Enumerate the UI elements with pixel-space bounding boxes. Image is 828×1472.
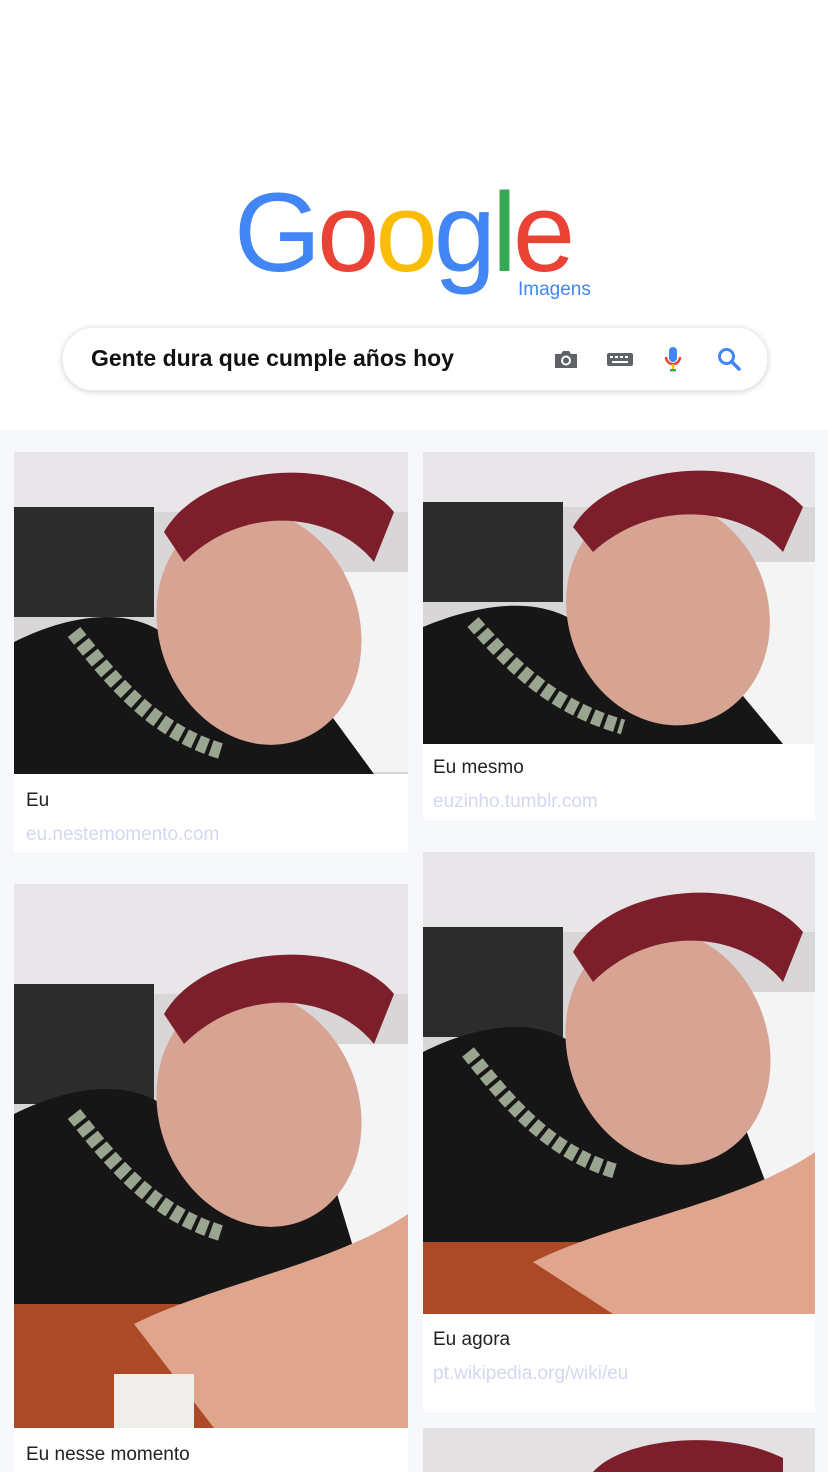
- logo-letter: l: [492, 170, 517, 295]
- logo-letter: o: [317, 170, 379, 295]
- result-image[interactable]: [14, 452, 408, 774]
- image-results: Eu eu.nestemomento.com Eu mesmo euzinho.…: [0, 430, 828, 1472]
- header: Google Imagens Gente dura que cumple año…: [0, 0, 828, 430]
- result-caption: Eu mesmo: [433, 757, 524, 778]
- result-source[interactable]: euzinho.tumblr.com: [433, 791, 598, 813]
- result-card[interactable]: Eu eu.nestemomento.com: [14, 452, 408, 852]
- logo-letter: g: [433, 170, 496, 295]
- result-source[interactable]: pt.wikipedia.org/wiki/eu: [433, 1363, 628, 1385]
- search-icon[interactable]: [714, 344, 744, 374]
- keyboard-icon[interactable]: [605, 344, 635, 374]
- result-caption: Eu agora: [433, 1329, 511, 1350]
- mic-icon[interactable]: [658, 344, 688, 374]
- logo-subtitle: Imagens: [518, 279, 591, 300]
- result-source[interactable]: eu.nestemomento.com: [26, 824, 219, 846]
- camera-icon[interactable]: [551, 344, 581, 374]
- result-image[interactable]: [14, 884, 408, 1428]
- search-query[interactable]: Gente dura que cumple años hoy: [91, 345, 454, 372]
- result-card[interactable]: Eu nesse momento: [14, 884, 408, 1472]
- result-caption: Eu nesse momento: [26, 1444, 190, 1465]
- logo-letter: G: [234, 170, 321, 295]
- logo-letter: o: [375, 170, 437, 295]
- result-card[interactable]: [423, 1428, 815, 1472]
- result-image[interactable]: [423, 1428, 815, 1472]
- google-logo: Google Imagens: [234, 168, 614, 308]
- result-card[interactable]: Eu mesmo euzinho.tumblr.com: [423, 452, 815, 820]
- result-image[interactable]: [423, 452, 815, 744]
- result-card[interactable]: Eu agora pt.wikipedia.org/wiki/eu: [423, 852, 815, 1412]
- logo-letter: e: [512, 170, 575, 295]
- result-image[interactable]: [423, 852, 815, 1314]
- result-caption: Eu: [26, 790, 50, 811]
- search-bar[interactable]: Gente dura que cumple años hoy: [62, 327, 768, 391]
